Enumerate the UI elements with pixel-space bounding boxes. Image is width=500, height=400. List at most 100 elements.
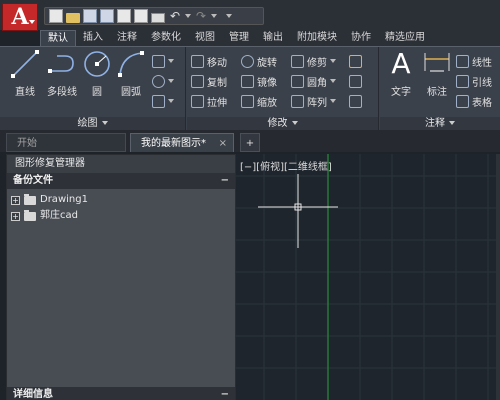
trim-icon xyxy=(291,54,304,68)
scale-tool[interactable]: 缩放 xyxy=(241,93,277,109)
tab-default[interactable]: 默认 xyxy=(40,30,76,46)
tab-current-drawing[interactable]: 我的最新图示* × xyxy=(130,133,234,152)
publish-icon[interactable] xyxy=(134,9,148,23)
drawing-recovery-manager: 图形修复管理器 备份文件 − + Drawing1 + 郭庄cad 详细信息 − xyxy=(6,154,236,400)
vertical-scrollbar[interactable] xyxy=(496,154,500,400)
stretch-icon xyxy=(191,94,204,108)
fillet-tool[interactable]: 圆角 xyxy=(291,73,336,89)
line-icon xyxy=(10,49,40,79)
copy-icon xyxy=(191,74,204,88)
export-icon[interactable] xyxy=(117,9,131,23)
array-icon xyxy=(291,94,304,108)
close-icon[interactable]: × xyxy=(219,134,227,153)
explode-icon xyxy=(349,74,362,88)
hatch-icon xyxy=(152,74,165,88)
table-tool[interactable]: 表格 xyxy=(456,93,492,109)
dimension-tool[interactable]: 标注 xyxy=(420,49,454,101)
chevron-down-icon[interactable] xyxy=(211,14,217,18)
tab-view[interactable]: 视图 xyxy=(188,30,222,46)
table-icon xyxy=(456,94,469,108)
modify-group-footer[interactable]: 修改 xyxy=(187,117,378,131)
offset-tool[interactable] xyxy=(349,93,362,109)
arc-tool[interactable]: 圆弧 xyxy=(114,49,148,101)
tab-insert[interactable]: 插入 xyxy=(76,30,110,46)
folder-icon xyxy=(24,193,36,205)
boundary-tool[interactable] xyxy=(152,93,174,109)
chevron-down-icon xyxy=(291,121,298,125)
print-icon[interactable] xyxy=(151,12,165,23)
expand-icon[interactable]: + xyxy=(11,211,20,221)
scale-icon xyxy=(241,94,254,108)
polyline-tool[interactable]: 多段线 xyxy=(42,49,82,101)
tab-start[interactable]: 开始 xyxy=(6,133,126,152)
new-icon[interactable] xyxy=(49,9,63,23)
crosshair-cursor xyxy=(258,174,338,248)
chevron-down-icon[interactable] xyxy=(185,14,191,18)
move-icon xyxy=(191,54,204,68)
boundary-icon xyxy=(152,94,165,108)
text-tool[interactable]: A 文字 xyxy=(384,49,418,101)
file-tab-bar: 开始 我的最新图示* × + xyxy=(0,130,500,152)
customize-qat-icon[interactable] xyxy=(226,14,232,18)
canvas-grid xyxy=(236,154,500,400)
copy-tool[interactable]: 复制 xyxy=(191,73,227,89)
leader-tool[interactable]: 引线 xyxy=(456,73,492,89)
linear-dim-tool[interactable]: 线性 xyxy=(456,53,492,69)
tab-collaborate[interactable]: 协作 xyxy=(344,30,378,46)
erase-tool[interactable] xyxy=(349,53,362,69)
circle-icon xyxy=(82,49,112,79)
backup-files-header[interactable]: 备份文件 − xyxy=(7,173,235,189)
ribbon-panel: 直线 多段线 圆 圆弧 绘图 移动 旋转 修剪 复制 镜像 圆角 拉伸 缩放 阵… xyxy=(0,46,500,131)
details-header[interactable]: 详细信息 − xyxy=(7,387,235,400)
tab-addins[interactable]: 附加模块 xyxy=(290,30,344,46)
mirror-icon xyxy=(241,74,254,88)
draw-group-footer[interactable]: 绘图 xyxy=(0,117,185,131)
rotate-tool[interactable]: 旋转 xyxy=(241,53,277,69)
array-tool[interactable]: 阵列 xyxy=(291,93,336,109)
dimension-icon xyxy=(422,49,452,79)
tab-manage[interactable]: 管理 xyxy=(222,30,256,46)
explode-tool[interactable] xyxy=(349,73,362,89)
application-menu-button[interactable]: A xyxy=(2,3,38,31)
arc-icon xyxy=(116,49,146,79)
expand-icon[interactable]: + xyxy=(11,195,20,205)
line-tool[interactable]: 直线 xyxy=(8,49,42,101)
saveas-icon[interactable] xyxy=(100,9,114,23)
new-tab-button[interactable]: + xyxy=(240,133,260,152)
folder-icon xyxy=(24,209,36,221)
annotation-group-footer[interactable]: 注释 xyxy=(380,117,500,131)
draw-group: 直线 多段线 圆 圆弧 绘图 xyxy=(0,47,186,131)
tree-item-drawing1[interactable]: + Drawing1 xyxy=(7,192,235,208)
tree-item-guozhuang[interactable]: + 郭庄cad xyxy=(7,208,235,224)
rectangle-tool[interactable] xyxy=(152,53,174,69)
circle-tool[interactable]: 圆 xyxy=(80,49,114,101)
tab-annotate[interactable]: 注释 xyxy=(110,30,144,46)
undo-icon[interactable]: ↶ xyxy=(168,9,182,23)
offset-icon xyxy=(349,94,362,108)
move-tool[interactable]: 移动 xyxy=(191,53,227,69)
tab-featured-apps[interactable]: 精选应用 xyxy=(378,30,432,46)
rotate-icon xyxy=(241,54,254,68)
trim-tool[interactable]: 修剪 xyxy=(291,53,336,69)
hatch-tool[interactable] xyxy=(152,73,174,89)
quick-access-toolbar: ↶ ↷ xyxy=(44,7,264,25)
chevron-down-icon xyxy=(101,121,108,125)
polyline-icon xyxy=(47,49,77,79)
mirror-tool[interactable]: 镜像 xyxy=(241,73,277,89)
text-icon: A xyxy=(391,47,411,80)
title-bar: A ↶ ↷ xyxy=(0,0,500,31)
redo-icon[interactable]: ↷ xyxy=(194,9,208,23)
stretch-tool[interactable]: 拉伸 xyxy=(191,93,227,109)
tab-output[interactable]: 输出 xyxy=(256,30,290,46)
panel-title: 图形修复管理器 xyxy=(7,155,235,173)
collapse-icon[interactable]: − xyxy=(221,387,229,400)
drawing-canvas[interactable]: [−][俯视][二维线框] xyxy=(236,154,500,400)
annotation-group: A 文字 标注 线性 引线 表格 注释 xyxy=(380,47,500,131)
tab-parametric[interactable]: 参数化 xyxy=(144,30,188,46)
leader-icon xyxy=(456,74,469,88)
save-icon[interactable] xyxy=(83,9,97,23)
eraser-icon xyxy=(349,54,362,68)
viewport-controls[interactable]: [−][俯视][二维线框] xyxy=(240,158,332,173)
collapse-icon[interactable]: − xyxy=(221,173,229,189)
open-icon[interactable] xyxy=(66,12,80,23)
